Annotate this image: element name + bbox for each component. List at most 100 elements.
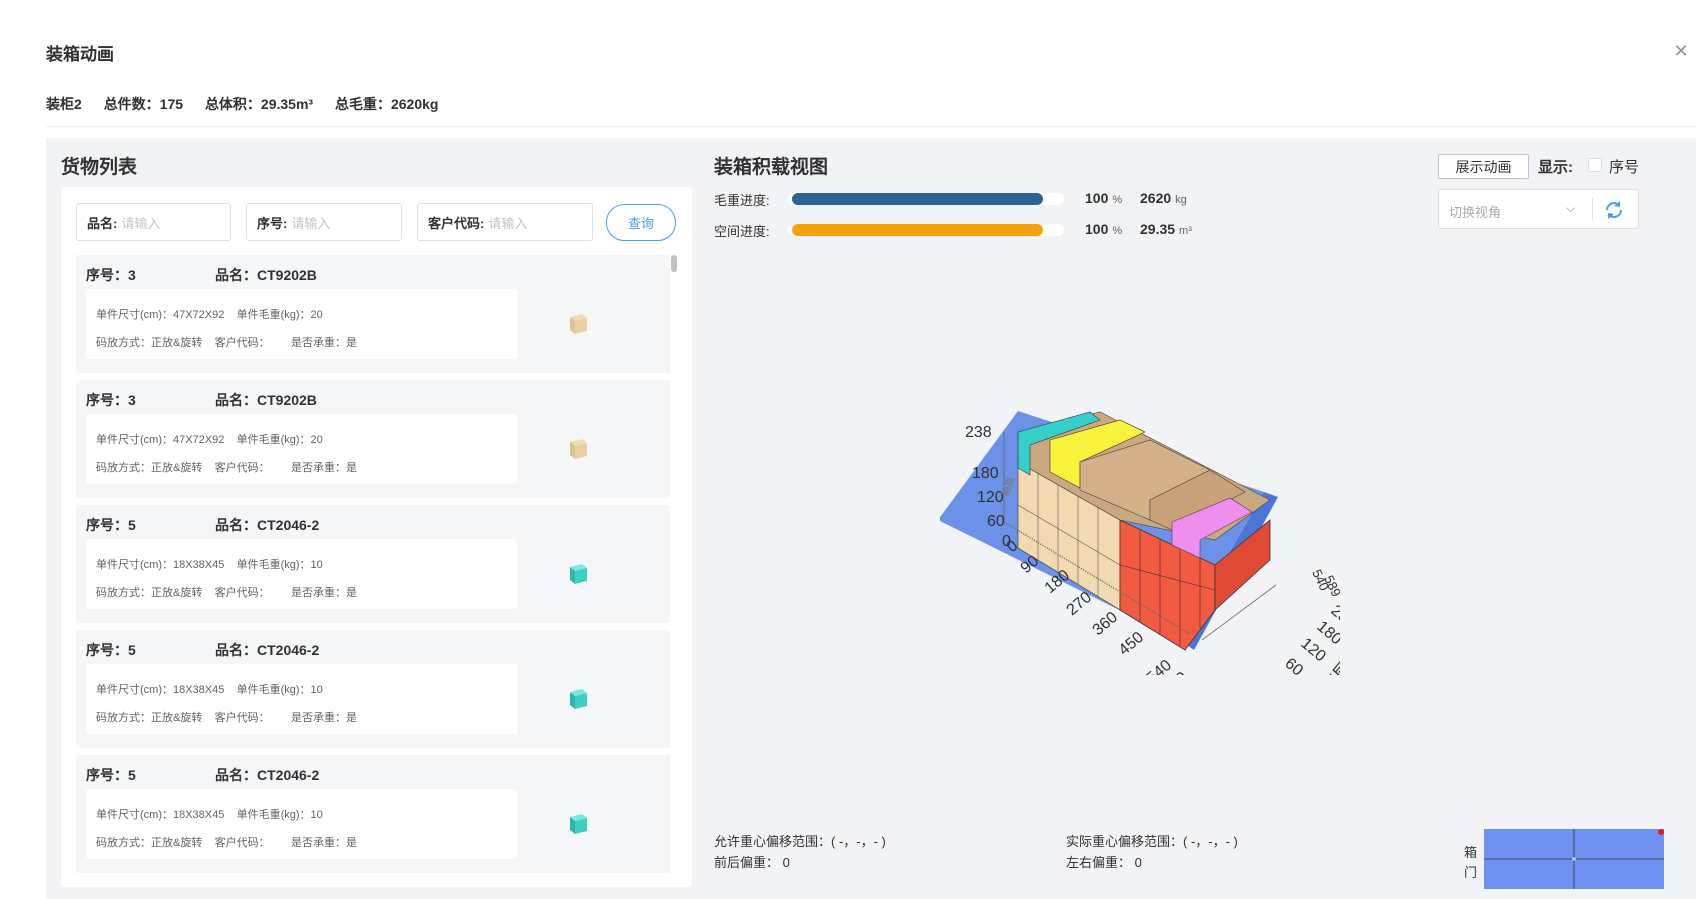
summary-weight: 总毛重：2620kg [334, 96, 439, 112]
summary-cabinet: 装柜2 [46, 96, 82, 112]
weight-progress-value: 2620 kg [1140, 190, 1187, 206]
space-progress-percent: 100% [1085, 221, 1123, 237]
actual-cog-range: 实际重心偏移范围：( -，-，- ) [1066, 834, 1238, 849]
query-button[interactable]: 查询 [606, 204, 676, 241]
item-customer: 客户代码： [214, 337, 270, 349]
goods-list: 序号：3 品名：CT9202B 单件尺寸(cm)：47X72X92 单件毛重(kg… [76, 255, 670, 880]
height-tick: 180 [972, 465, 999, 482]
door-label-1: 箱 [1464, 845, 1478, 860]
summary-bar: 装柜2 总件数：175 总体积：29.35m³ 总毛重：2620kg [46, 94, 456, 114]
width-tick-labels: 0 60 120 180 235 [1261, 602, 1340, 675]
goods-list-scroll-thumb[interactable] [671, 255, 677, 272]
item-load: 是否承重：是 [290, 837, 357, 849]
item-weight: 单件毛重(kg)：10 [236, 684, 323, 696]
item-weight: 单件毛重(kg)：10 [236, 809, 323, 821]
item-load: 是否承重：是 [290, 337, 357, 349]
cargo-cube-icon [570, 439, 587, 459]
space-progress-fill [792, 224, 1044, 236]
goods-item[interactable]: 序号：3 品名：CT9202B 单件尺寸(cm)：47X72X92 单件毛重(kg… [76, 255, 670, 373]
item-name: 品名：CT2046-2 [215, 642, 320, 658]
close-icon[interactable]: ✕ [1673, 42, 1689, 60]
item-detail: 单件尺寸(cm)：18X38X45 单件毛重(kg)：10 码放方式：正放&旋转… [86, 789, 517, 859]
item-load: 是否承重：是 [290, 587, 357, 599]
seq-checkbox[interactable] [1588, 158, 1602, 172]
item-size: 单件尺寸(cm)：47X72X92 [96, 434, 225, 446]
item-detail: 单件尺寸(cm)：18X38X45 单件毛重(kg)：10 码放方式：正放&旋转… [86, 539, 517, 609]
item-seq: 序号：5 [86, 642, 136, 658]
goods-list-title: 货物列表 [61, 157, 138, 178]
door-label-2: 门 [1464, 865, 1478, 880]
item-name: 品名：CT2046-2 [215, 767, 320, 783]
item-name: 品名：CT9202B [215, 392, 317, 408]
goods-list-scrollbar[interactable] [670, 255, 678, 880]
length-tick: 540 [1144, 657, 1175, 675]
cargo-cube-icon [570, 689, 587, 709]
item-stack: 码放方式：正放&旋转 [96, 712, 203, 724]
item-load: 是否承重：是 [290, 462, 357, 474]
length-tick: 360 [1090, 609, 1121, 639]
item-customer: 客户代码： [214, 837, 270, 849]
item-size: 单件尺寸(cm)：18X38X45 [96, 809, 225, 821]
customer-filter-field[interactable]: 客户代码: 请输入 [417, 203, 593, 241]
seq-checkbox-label[interactable]: 序号 [1609, 156, 1639, 177]
item-customer: 客户代码： [214, 587, 270, 599]
item-detail: 单件尺寸(cm)：47X72X92 单件毛重(kg)：20 码放方式：正放&旋转… [86, 414, 517, 484]
seq-filter-input[interactable]: 请输入 [291, 213, 330, 232]
show-animation-button[interactable]: 展示动画 [1438, 154, 1529, 179]
item-load: 是否承重：是 [290, 712, 357, 724]
weight-progress-percent: 100% [1085, 190, 1123, 206]
refresh-icon[interactable] [1603, 199, 1625, 221]
item-detail: 单件尺寸(cm)：47X72X92 单件毛重(kg)：20 码放方式：正放&旋转… [86, 289, 517, 359]
item-customer: 客户代码： [214, 712, 270, 724]
loading-view-title: 装箱积载视图 [714, 157, 829, 178]
space-progress-value: 29.35 m³ [1140, 221, 1192, 237]
goods-item[interactable]: 序号：5 品名：CT2046-2 单件尺寸(cm)：18X38X45 单件毛重(k… [76, 505, 670, 623]
seq-filter-label: 序号: [257, 215, 288, 231]
customer-filter-input[interactable]: 请输入 [488, 213, 527, 232]
name-filter-label: 品名: [87, 215, 118, 231]
cargo-cube-icon [570, 564, 587, 584]
item-size: 单件尺寸(cm)：47X72X92 [96, 309, 225, 321]
seq-filter-field[interactable]: 序号: 请输入 [246, 203, 402, 241]
cargo-cube-icon [570, 314, 587, 334]
length-tick: 450 [1116, 629, 1147, 659]
item-seq: 序号：5 [86, 517, 136, 533]
goods-item[interactable]: 序号：3 品名：CT9202B 单件尺寸(cm)：47X72X92 单件毛重(kg… [76, 380, 670, 498]
item-seq: 序号：5 [86, 767, 136, 783]
space-progress-bar [788, 224, 1064, 236]
item-stack: 码放方式：正放&旋转 [96, 587, 203, 599]
mini-map-cog-dot [1658, 829, 1664, 835]
mini-map-center-dot [1572, 857, 1576, 861]
name-filter-field[interactable]: 品名: 请输入 [76, 203, 231, 241]
width-tick: 0 [1261, 672, 1279, 675]
customer-filter-label: 客户代码: [428, 215, 485, 231]
goods-item[interactable]: 序号：5 品名：CT2046-2 单件尺寸(cm)：18X38X45 单件毛重(k… [76, 755, 670, 873]
view-angle-placeholder: 切换视角 [1449, 205, 1502, 220]
item-size: 单件尺寸(cm)：18X38X45 [96, 684, 225, 696]
divider [46, 126, 1696, 127]
item-weight: 单件毛重(kg)：20 [236, 309, 323, 321]
item-stack: 码放方式：正放&旋转 [96, 337, 203, 349]
front-back-offset: 前后偏重： 0 [714, 855, 790, 870]
chevron-down-icon: ⌵ [1566, 201, 1576, 215]
item-customer: 客户代码： [214, 462, 270, 474]
select-separator [1592, 198, 1593, 220]
side-tick-labels: 589 540 [1309, 567, 1340, 599]
name-filter-input[interactable]: 请输入 [121, 213, 160, 232]
height-tick: 60 [987, 513, 1005, 530]
weight-progress-label: 毛重进度: [714, 193, 770, 208]
item-size: 单件尺寸(cm)：18X38X45 [96, 559, 225, 571]
container-mini-map [1484, 829, 1664, 889]
height-tick: 238 [965, 424, 992, 441]
summary-pieces: 总件数：175 [103, 96, 184, 112]
container-3d-view[interactable]: 238 180 120 60 0 箱高 0 90 180 270 360 450… [940, 395, 1340, 675]
item-stack: 码放方式：正放&旋转 [96, 462, 203, 474]
space-progress-label: 空间进度: [714, 224, 770, 239]
view-angle-select[interactable]: 切换视角 ⌵ [1438, 189, 1639, 229]
display-label: 显示: [1538, 159, 1573, 176]
goods-item[interactable]: 序号：5 品名：CT2046-2 单件尺寸(cm)：18X38X45 单件毛重(k… [76, 630, 670, 748]
cargo-cube-icon [570, 814, 587, 834]
left-right-offset: 左右偏重： 0 [1066, 855, 1142, 870]
item-detail: 单件尺寸(cm)：18X38X45 单件毛重(kg)：10 码放方式：正放&旋转… [86, 664, 517, 734]
height-tick: 120 [977, 489, 1004, 506]
